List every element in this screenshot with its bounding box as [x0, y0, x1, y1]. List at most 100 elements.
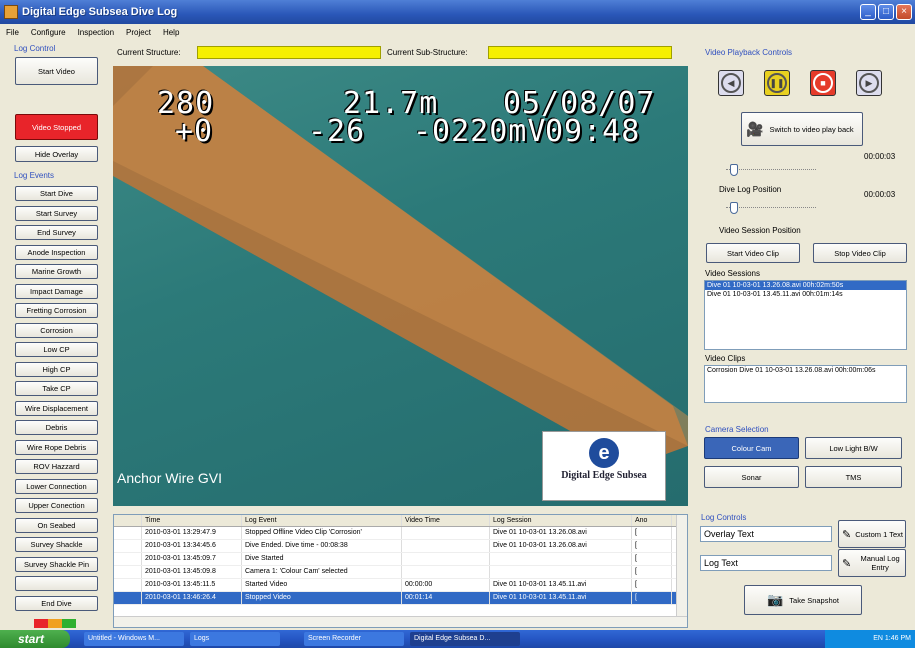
table-cell [114, 540, 142, 552]
custom-text-button[interactable]: ✎ Custom 1 Text [838, 520, 906, 548]
session-item[interactable]: Dive 01 10-03-01 13.26.08.avi 00h:02m:50… [705, 281, 906, 290]
session-time: 00:00:03 [864, 190, 896, 199]
column-header-2[interactable]: Log Event [242, 515, 402, 526]
previous-button[interactable]: ◀ [718, 70, 744, 96]
table-cell [114, 566, 142, 578]
log-text-input[interactable]: Log Text [700, 555, 832, 571]
table-cell [402, 566, 490, 578]
video-clips-label: Video Clips [705, 354, 746, 363]
stop-clip-button[interactable]: Stop Video Clip [813, 243, 907, 263]
table-cell: Camera 1: 'Colour Cam' selected [242, 566, 402, 578]
low-light-button[interactable]: Low Light B/W [805, 437, 902, 459]
video-display: 280 +0 21.7m -26 -0220mV 05/08/07 09:48 … [113, 66, 688, 506]
task-windows-media[interactable]: Untitled - Windows M... [84, 632, 184, 646]
column-header-4[interactable]: Log Session [490, 515, 632, 526]
table-row[interactable]: 2010-03-01 13:45:09.8 Camera 1: 'Colour C… [114, 566, 687, 579]
start-clip-button[interactable]: Start Video Clip [706, 243, 800, 263]
log-event-button-14[interactable]: ROV Hazzard [15, 459, 98, 474]
menu-file[interactable]: File [6, 28, 19, 37]
table-row[interactable]: 2010-03-01 13:45:09.7 Dive Started [ [114, 553, 687, 566]
osd-heading2: +0 [175, 114, 214, 149]
dive-log-slider[interactable] [726, 164, 816, 176]
task-logs[interactable]: Logs [190, 632, 280, 646]
session-item[interactable]: Dive 01 10-03-01 13.45.11.avi 00h:01m:14… [705, 290, 906, 299]
snapshot-camera-icon: 📷 [767, 592, 784, 607]
minimize-button[interactable]: _ [860, 4, 876, 20]
log-event-button-0[interactable]: Start Dive [15, 186, 98, 201]
log-event-button-9[interactable]: High CP [15, 361, 98, 377]
vertical-scrollbar[interactable] [676, 515, 687, 617]
table-cell [490, 553, 632, 565]
table-cell [114, 579, 142, 591]
maximize-button[interactable]: □ [878, 4, 894, 20]
video-clips-list[interactable]: Corrosion Dive 01 10-03-01 13.26.08.avi … [704, 365, 907, 403]
switch-playback-button[interactable]: 🎥 Switch to video play back [741, 112, 863, 146]
session-slider-thumb[interactable] [730, 202, 739, 214]
table-cell: Started Video [242, 579, 402, 591]
clip-item[interactable]: Corrosion Dive 01 10-03-01 13.26.08.avi … [705, 366, 906, 375]
log-event-button-4[interactable]: Marine Growth [15, 264, 98, 279]
menu-help[interactable]: Help [163, 28, 179, 37]
log-event-button-3[interactable]: Anode Inspection [15, 244, 98, 260]
menu-configure[interactable]: Configure [31, 28, 66, 37]
column-header-5[interactable]: Ano [632, 515, 672, 526]
session-slider[interactable] [726, 202, 816, 214]
table-cell: Dive 01 10-03-01 13.45.11.avi [490, 592, 632, 604]
overlay-text-input[interactable]: Overlay Text [700, 526, 832, 542]
log-event-button-11[interactable]: Wire Displacement [15, 400, 98, 416]
task-screen-recorder[interactable]: Screen Recorder [304, 632, 404, 646]
menu-project[interactable]: Project [126, 28, 151, 37]
taskbar: start Untitled - Windows M... Logs Scree… [0, 630, 915, 648]
log-event-button-20[interactable] [15, 576, 98, 591]
log-event-button-8[interactable]: Low CP [15, 342, 98, 357]
start-button[interactable]: start [0, 630, 70, 648]
table-row[interactable]: 2010-03-01 13:46:26.4 Stopped Video 00:01:… [114, 592, 687, 605]
start-video-button[interactable]: Start Video [15, 57, 98, 85]
video-sessions-list[interactable]: Dive 01 10-03-01 13.26.08.avi 00h:02m:50… [704, 280, 907, 350]
previous-icon: ◀ [721, 73, 741, 93]
column-header-0[interactable] [114, 515, 142, 526]
dive-log-slider-thumb[interactable] [730, 164, 739, 176]
next-button[interactable]: ▶ [856, 70, 882, 96]
stop-button[interactable]: ■ [810, 70, 836, 96]
log-event-button-16[interactable]: Upper Conection [15, 498, 98, 513]
log-event-button-7[interactable]: Corrosion [15, 322, 98, 338]
log-event-button-10[interactable]: Take CP [15, 381, 98, 396]
log-event-button-6[interactable]: Fretting Corrosion [15, 303, 98, 318]
close-button[interactable]: × [896, 4, 912, 20]
menu-inspection[interactable]: Inspection [78, 28, 114, 37]
hide-overlay-button[interactable]: Hide Overlay [15, 146, 98, 162]
take-snapshot-button[interactable]: 📷 Take Snapshot [744, 585, 862, 615]
column-header-3[interactable]: Video Time [402, 515, 490, 526]
log-event-button-17[interactable]: On Seabed [15, 517, 98, 533]
table-row[interactable]: 2010-03-01 13:34:45.6 Dive Ended. Dive ti… [114, 540, 687, 553]
log-event-button-18[interactable]: Survey Shackle [15, 537, 98, 552]
table-cell: 2010-03-01 13:45:11.5 [142, 579, 242, 591]
video-stopped-button[interactable]: Video Stopped [15, 114, 98, 140]
colour-cam-button[interactable]: Colour Cam [704, 437, 799, 459]
log-event-button-19[interactable]: Survey Shackle Pin [15, 556, 98, 572]
log-event-button-15[interactable]: Lower Connection [15, 478, 98, 494]
log-event-button-21[interactable]: End Dive [15, 595, 98, 611]
menu-bar: File Configure Inspection Project Help [0, 24, 915, 40]
table-row[interactable]: 2010-03-01 13:45:11.5 Started Video 00:00:… [114, 579, 687, 592]
table-row[interactable]: 2010-03-01 13:29:47.9 Stopped Offline Vid… [114, 527, 687, 540]
sonar-button[interactable]: Sonar [704, 466, 799, 488]
tms-button[interactable]: TMS [805, 466, 902, 488]
table-cell: 00:01:14 [402, 592, 490, 604]
log-event-button-13[interactable]: Wire Rope Debris [15, 439, 98, 455]
pen-icon: ✎ [842, 528, 852, 541]
manual-log-button[interactable]: ✎ Manual Log Entry [838, 549, 906, 577]
log-event-button-5[interactable]: Impact Damage [15, 283, 98, 299]
table-cell: 2010-03-01 13:46:26.4 [142, 592, 242, 604]
title-bar: Digital Edge Subsea Dive Log _ □ × [0, 0, 915, 24]
horizontal-scrollbar[interactable] [114, 616, 687, 627]
stop-icon: ■ [813, 73, 833, 93]
column-header-1[interactable]: Time [142, 515, 242, 526]
log-table[interactable]: Time Log Event Video Time Log Session Ano 20… [113, 514, 688, 628]
task-digital-edge[interactable]: Digital Edge Subsea D... [410, 632, 520, 646]
log-event-button-1[interactable]: Start Survey [15, 205, 98, 221]
log-event-button-2[interactable]: End Survey [15, 225, 98, 240]
log-event-button-12[interactable]: Debris [15, 420, 98, 435]
pause-button[interactable]: ❚❚ [764, 70, 790, 96]
